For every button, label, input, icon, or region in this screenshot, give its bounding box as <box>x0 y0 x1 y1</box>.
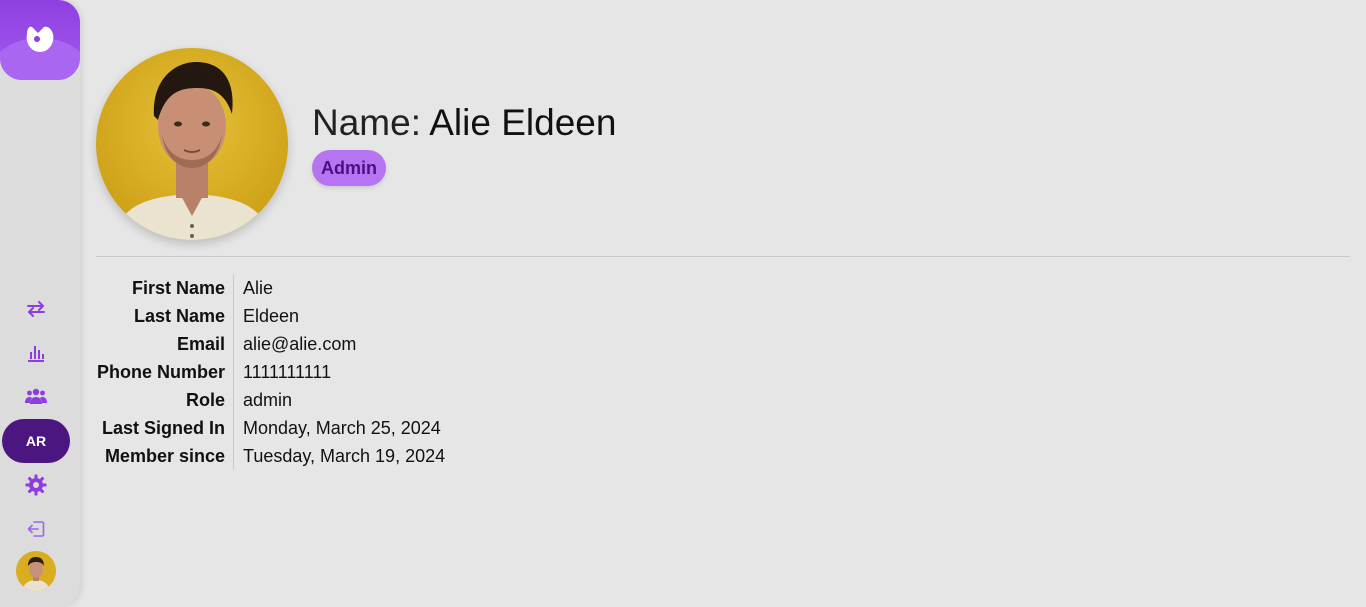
language-label: AR <box>25 433 47 449</box>
app-logo-icon <box>26 26 54 52</box>
detail-value-phone: 1111111111 <box>243 362 332 382</box>
profile-name: Name: Alie Eldeen <box>312 100 616 146</box>
detail-label-last-name: Last Name <box>96 302 234 330</box>
detail-label-member-since: Member since <box>96 442 234 470</box>
language-toggle-button[interactable]: AR <box>2 419 70 463</box>
detail-value-first-name: Alie <box>243 278 274 298</box>
profile-avatar <box>96 48 288 240</box>
detail-label-phone: Phone Number <box>96 358 234 386</box>
sidebar-item-settings[interactable] <box>20 469 52 501</box>
app-logo[interactable] <box>0 0 80 80</box>
user-avatar-small[interactable] <box>16 551 56 591</box>
name-prefix: Name: <box>312 102 421 143</box>
detail-label-role: Role <box>96 386 234 414</box>
sidebar-item-transfer[interactable] <box>20 293 52 325</box>
section-divider <box>96 256 1350 257</box>
app-root: AR Name: Alie Eldeen Admin First Name Al… <box>0 0 1366 607</box>
arrows-exchange-icon <box>27 301 45 317</box>
profile-details: First Name Alie Last Name Eldeen Email a… <box>96 274 445 470</box>
detail-value-email: alie@alie.com <box>243 334 357 354</box>
role-badge: Admin <box>312 150 386 186</box>
detail-value-role: admin <box>243 390 293 410</box>
detail-label-email: Email <box>96 330 234 358</box>
detail-value-last-name: Eldeen <box>243 306 300 326</box>
gear-icon <box>25 474 47 496</box>
avatar-image <box>16 551 56 591</box>
detail-label-last-signed-in: Last Signed In <box>96 414 234 442</box>
sidebar-item-logout[interactable] <box>20 513 52 545</box>
profile-photo <box>96 48 288 240</box>
detail-value-last-signed-in: Monday, March 25, 2024 <box>243 418 441 438</box>
sidebar-item-users[interactable] <box>20 380 52 412</box>
name-value: Alie Eldeen <box>429 102 617 143</box>
sidebar: AR <box>0 0 80 607</box>
users-group-icon <box>25 388 47 404</box>
bar-chart-icon <box>28 346 44 362</box>
detail-label-first-name: First Name <box>96 274 234 302</box>
logout-icon <box>27 521 45 537</box>
sidebar-item-analytics[interactable] <box>20 337 52 369</box>
detail-value-member-since: Tuesday, March 19, 2024 <box>243 446 446 466</box>
